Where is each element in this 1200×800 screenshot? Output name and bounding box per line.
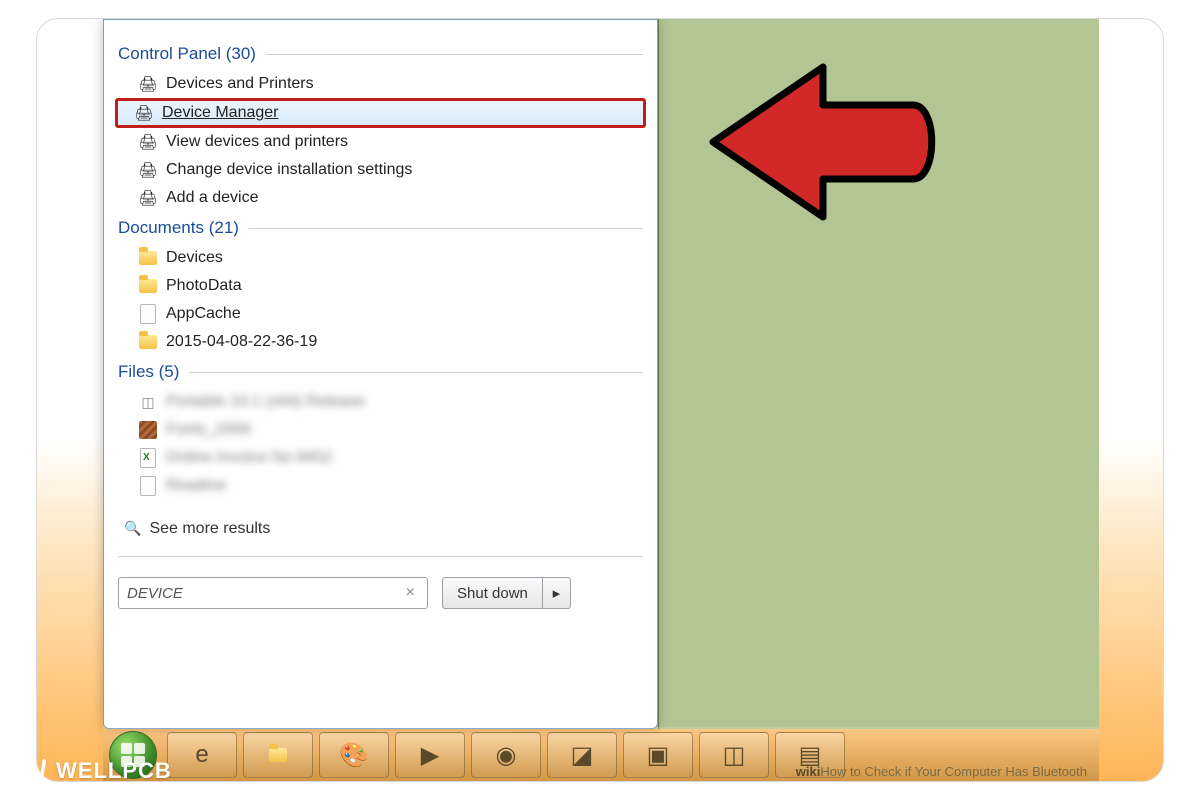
taskbar-ie[interactable]: e [167,732,237,778]
magnifier-icon [124,520,141,538]
result-label: AppCache [166,305,241,323]
section-title: Documents (21) [118,218,239,238]
taskbar: e 🎨 ▶ ◉ ◪ ▣ ◫ ▤ wikiHow to Check if Your… [103,727,1099,782]
divider [118,556,643,557]
screenshot-area: Control Panel (30) Devices and Printers … [103,19,1099,782]
taskbar-vm[interactable]: ◫ [699,732,769,778]
printer-icon [138,74,158,94]
result-label: Readme [166,477,226,495]
result-label: Fonts_2009 [166,421,251,439]
taskbar-media-player[interactable]: ▶ [395,732,465,778]
result-label: Online Invoice No 8452 [166,449,332,467]
result-label: Devices [166,249,223,267]
result-label: Change device installation settings [166,161,412,179]
clear-search-icon[interactable]: × [402,584,419,602]
result-label: Portable 10.1 (x64) Release [166,393,365,411]
folder-icon [139,279,157,293]
shutdown-label: Shut down [457,585,528,602]
folder-icon [269,748,287,762]
printer-icon [138,160,158,180]
result-doc-photodata[interactable]: PhotoData [118,272,643,300]
result-device-manager[interactable]: Device Manager [115,98,646,128]
chrome-icon: ◉ [496,741,517,770]
see-more-results[interactable]: See more results [118,514,643,544]
result-view-devices[interactable]: View devices and printers [118,128,643,156]
start-menu-search-panel: Control Panel (30) Devices and Printers … [103,19,658,729]
shutdown-button[interactable]: Shut down [442,577,543,609]
wiki-prefix: wiki [796,764,821,779]
result-file-4[interactable]: Readme [118,472,643,500]
result-file-1[interactable]: Portable 10.1 (x64) Release [118,388,643,416]
printer-icon [138,132,158,152]
capture-icon: ▣ [647,741,670,770]
result-label: View devices and printers [166,133,348,151]
brand-text: WELLPCB [56,758,172,784]
divider-line [266,54,643,55]
search-box[interactable]: × [118,577,428,609]
brand-watermark: WELLPCB [12,754,172,788]
taskbar-screenshot[interactable]: ▣ [623,732,693,778]
search-input[interactable] [127,585,402,602]
section-title: Files (5) [118,362,179,382]
shutdown-split-button: Shut down ▸ [442,577,571,609]
source-caption: wikiHow to Check if Your Computer Has Bl… [796,764,1087,779]
tutorial-card: Control Panel (30) Devices and Printers … [36,18,1164,782]
file-icon [140,304,156,324]
result-file-3[interactable]: Online Invoice No 8452 [118,444,643,472]
play-icon: ▶ [421,741,439,770]
divider-line [189,372,643,373]
search-row: × Shut down ▸ [104,573,657,623]
section-header-control-panel: Control Panel (30) [118,44,643,64]
result-label: Add a device [166,189,259,207]
result-label: Devices and Printers [166,75,314,93]
device-manager-icon [134,103,154,123]
taskbar-paint[interactable]: 🎨 [319,732,389,778]
result-add-device[interactable]: Add a device [118,184,643,212]
spreadsheet-icon [140,448,156,468]
result-doc-devices[interactable]: Devices [118,244,643,272]
palette-icon: 🎨 [339,741,369,770]
file-icon [140,476,156,496]
desktop-background [658,19,1099,729]
printer-icon [138,188,158,208]
result-doc-timestamp-folder[interactable]: 2015-04-08-22-36-19 [118,328,643,356]
divider-line [249,228,643,229]
chevron-right-icon: ▸ [553,584,561,602]
result-file-2[interactable]: Fonts_2009 [118,416,643,444]
result-label: PhotoData [166,277,242,295]
sticky-note-icon: ◪ [571,741,594,770]
wiki-text: How to Check if Your Computer Has Blueto… [820,764,1087,779]
result-change-installation[interactable]: Change device installation settings [118,156,643,184]
folder-icon [139,251,157,265]
ie-icon: e [195,741,208,769]
taskbar-chrome[interactable]: ◉ [471,732,541,778]
cube-icon: ◫ [723,741,746,770]
see-more-label: See more results [149,520,270,538]
shutdown-options-arrow[interactable]: ▸ [543,577,571,609]
taskbar-notes[interactable]: ◪ [547,732,617,778]
result-doc-appcache[interactable]: AppCache [118,300,643,328]
taskbar-explorer[interactable] [243,732,313,778]
archive-icon [139,421,157,439]
brand-logo-icon [12,754,46,788]
result-label: 2015-04-08-22-36-19 [166,333,317,351]
package-icon [138,392,158,412]
section-title: Control Panel (30) [118,44,256,64]
section-header-files: Files (5) [118,362,643,382]
result-devices-and-printers[interactable]: Devices and Printers [118,70,643,98]
result-label: Device Manager [162,104,279,122]
folder-icon [139,335,157,349]
section-header-documents: Documents (21) [118,218,643,238]
